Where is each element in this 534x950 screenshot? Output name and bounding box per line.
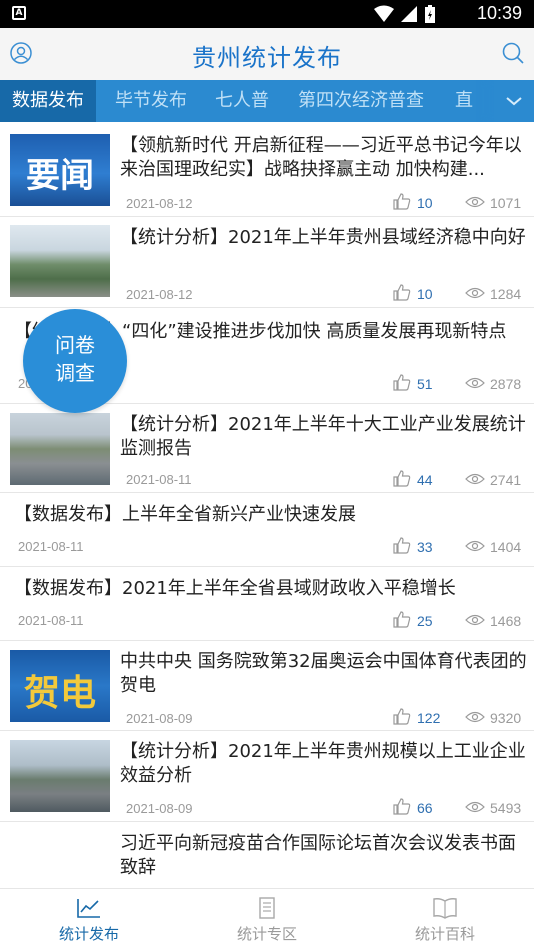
list-item[interactable]: 【统计分析】2021年上半年贵州规模以上工业企业效益分析 2021-08-09 …	[0, 731, 534, 822]
view-count: 2741	[490, 472, 522, 488]
article-title[interactable]: 习近平向新冠疫苗合作国际论坛首次会议发表书面致辞	[120, 832, 528, 880]
more-tabs-button[interactable]	[494, 80, 534, 122]
thumbs-up-icon[interactable]	[393, 193, 411, 210]
article-thumbnail: 贺电	[10, 650, 110, 722]
article-title[interactable]: 【领航新时代 开启新征程——习近平总书记今年以来治国理政纪实】战略抉择赢主动 加…	[120, 134, 528, 182]
nav-label: 统计发布	[58, 925, 119, 943]
article-title[interactable]: 中共中央 国务院致第32届奥运会中国体育代表团的贺电	[120, 650, 528, 698]
nav-stats-zone[interactable]: 统计专区	[178, 889, 356, 950]
article-thumbnail	[10, 740, 110, 812]
like-count: 122	[417, 710, 441, 726]
survey-label-line2: 调查	[55, 361, 95, 385]
status-bar: A 10:39	[0, 0, 534, 28]
tab-fourth-economic-census[interactable]: 第四次经济普查	[298, 80, 424, 122]
eye-icon	[465, 711, 485, 723]
category-tabs: 数据发布 毕节发布 七人普 第四次经济普查 直	[0, 80, 534, 122]
eye-icon	[465, 287, 485, 299]
article-date: 2021-08-12	[126, 196, 193, 211]
tab-seventh-census[interactable]: 七人普	[215, 80, 269, 122]
open-book-icon	[433, 898, 457, 919]
article-date: 2021-08-09	[126, 711, 193, 726]
list-item[interactable]: 要闻 【领航新时代 开启新征程——习近平总书记今年以来治国理政纪实】战略抉择赢主…	[0, 122, 534, 217]
list-item[interactable]: 【统计分析】2021年上半年十大工业产业发展统计监测报告 2021-08-11 …	[0, 404, 534, 493]
view-count: 5493	[490, 800, 522, 816]
thumbs-up-icon[interactable]	[393, 798, 411, 815]
status-icons	[374, 4, 436, 24]
thumbs-up-icon[interactable]	[393, 374, 411, 391]
article-date: 2021-08-11	[18, 539, 84, 554]
like-count: 51	[417, 376, 433, 392]
like-count: 10	[417, 286, 433, 302]
like-count: 25	[417, 613, 433, 629]
list-item[interactable]: 【统计分析】2021年上半年贵州县域经济稳中向好 2021-08-12 10 1…	[0, 217, 534, 308]
list-item[interactable]: 【数据发布】上半年全省新兴产业快速发展 2021-08-11 33 1404	[0, 493, 534, 567]
wifi-icon	[374, 5, 394, 22]
like-count: 33	[417, 539, 433, 555]
like-count: 66	[417, 800, 433, 816]
article-thumbnail	[10, 413, 110, 485]
nav-label: 统计专区	[236, 925, 297, 943]
tab-data-release[interactable]: 数据发布	[0, 80, 96, 122]
article-date: 2021-08-11	[18, 613, 84, 628]
view-count: 1284	[490, 286, 522, 302]
thumbs-up-icon[interactable]	[393, 470, 411, 487]
view-count: 2878	[490, 376, 522, 392]
eye-icon	[465, 377, 485, 389]
view-count: 1404	[490, 539, 522, 555]
thumbnail-caption: 要闻	[26, 156, 94, 196]
article-title[interactable]: 【数据发布】2021年上半年全省县域财政收入平稳增长	[14, 577, 526, 601]
article-title[interactable]: 【统计分析】2021年上半年十大工业产业发展统计监测报告	[120, 413, 528, 461]
thumbs-up-icon[interactable]	[393, 611, 411, 628]
line-chart-icon	[77, 899, 100, 918]
article-date: 2021-08-09	[126, 801, 193, 816]
survey-label-line1: 问卷	[55, 333, 95, 357]
article-thumbnail	[10, 225, 110, 297]
battery-icon	[425, 5, 435, 23]
document-icon	[259, 897, 275, 919]
nav-stats-encyclopedia[interactable]: 统计百科	[356, 889, 534, 950]
article-title[interactable]: 【统计分析】2021年上半年贵州县域经济稳中向好	[120, 226, 528, 274]
view-count: 9320	[490, 710, 522, 726]
list-item[interactable]: 【数据发布】2021年上半年全省县域财政收入平稳增长 2021-08-11 25…	[0, 567, 534, 641]
thumbs-up-icon[interactable]	[393, 284, 411, 301]
like-count: 44	[417, 472, 433, 488]
view-count: 1071	[490, 195, 522, 211]
list-item[interactable]: 习近平向新冠疫苗合作国际论坛首次会议发表书面致辞	[0, 822, 534, 888]
signal-icon	[401, 6, 417, 22]
article-title[interactable]: 【统计分析】2021年上半年贵州规模以上工业企业效益分析	[120, 740, 528, 788]
article-date: 2021-08-12	[126, 287, 193, 302]
eye-icon	[465, 473, 485, 485]
tab-bijie-release[interactable]: 毕节发布	[115, 80, 187, 122]
article-thumbnail: 要闻	[10, 134, 110, 206]
eye-icon	[465, 801, 485, 813]
app-header: 贵州统计发布	[0, 28, 534, 80]
view-count: 1468	[490, 613, 522, 629]
chevron-down-icon	[506, 97, 522, 106]
thumbnail-caption: 贺电	[23, 672, 96, 714]
article-date: 2021-08-11	[126, 472, 192, 487]
list-item[interactable]: 贺电 中共中央 国务院致第32届奥运会中国体育代表团的贺电 2021-08-09…	[0, 641, 534, 731]
app-notification-icon: A	[12, 6, 26, 20]
nav-stats-release[interactable]: 统计发布	[0, 889, 178, 950]
page-title: 贵州统计发布	[192, 44, 342, 72]
like-count: 10	[417, 195, 433, 211]
eye-icon	[465, 614, 485, 626]
search-icon[interactable]	[502, 42, 524, 64]
eye-icon	[465, 196, 485, 208]
article-title[interactable]: 【数据发布】上半年全省新兴产业快速发展	[14, 503, 526, 527]
nav-label: 统计百科	[414, 925, 475, 943]
survey-floating-button[interactable]: 问卷 调查	[23, 309, 127, 413]
thumbs-up-icon[interactable]	[393, 537, 411, 554]
bottom-navigation: 统计发布 统计专区 统计百科	[0, 888, 534, 950]
tab-next-partial[interactable]: 直	[455, 80, 473, 122]
article-list: 要闻 【领航新时代 开启新征程——习近平总书记今年以来治国理政纪实】战略抉择赢主…	[0, 122, 534, 888]
clock: 10:39	[476, 3, 522, 23]
eye-icon	[465, 540, 485, 552]
thumbs-up-icon[interactable]	[393, 708, 411, 725]
